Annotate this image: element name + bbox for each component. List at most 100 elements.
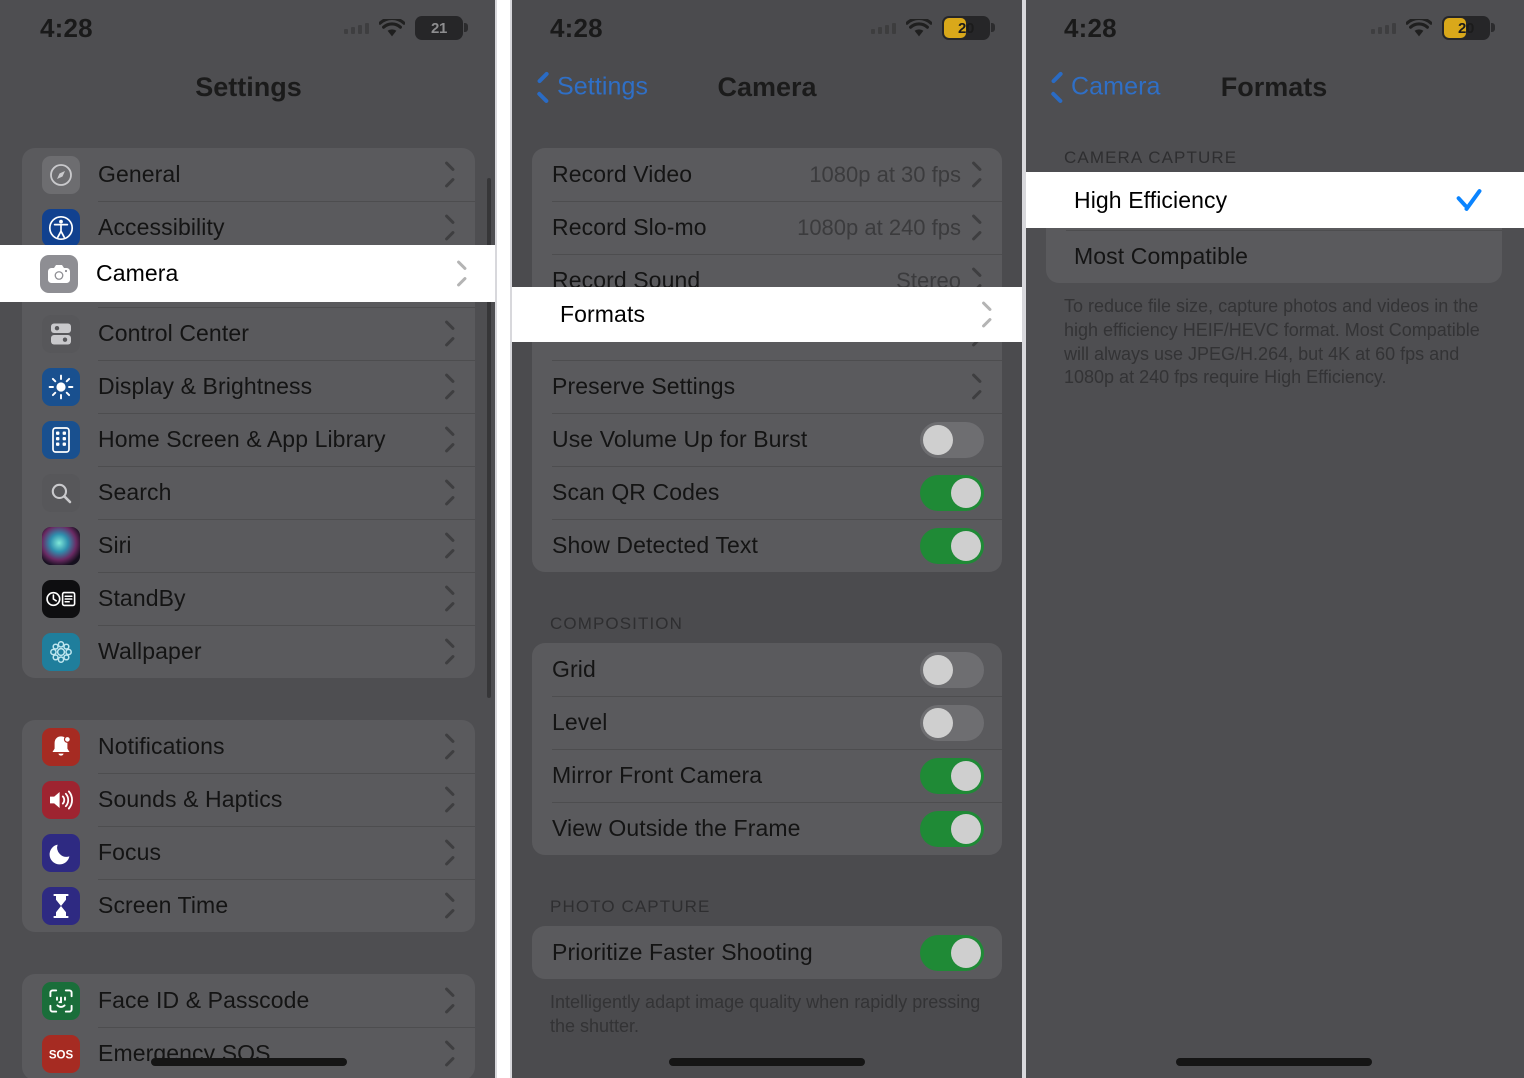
toggle-switch[interactable] xyxy=(920,810,984,847)
row-preserve-settings[interactable]: Preserve Settings xyxy=(532,360,1002,413)
row-label: Scan QR Codes xyxy=(552,479,720,505)
sidebar-item-label: Display & Brightness xyxy=(98,373,313,399)
row-mirror-front-camera[interactable]: Mirror Front Camera xyxy=(532,749,1002,802)
sidebar-item-label: Search xyxy=(98,479,172,505)
highlight-camera-row[interactable]: Camera xyxy=(0,245,497,302)
row-scan-qr-codes[interactable]: Scan QR Codes xyxy=(532,466,1002,519)
row-label: Mirror Front Camera xyxy=(552,762,763,788)
option-high-efficiency-label: High Efficiency xyxy=(1074,186,1228,213)
sidebar-item-emergency-sos[interactable]: SOS Emergency SOS xyxy=(22,1027,475,1078)
highlight-high-efficiency-row[interactable]: High Efficiency xyxy=(1024,172,1524,228)
sidebar-item-screen-time[interactable]: Screen Time xyxy=(22,879,475,932)
toggle-knob xyxy=(923,654,953,685)
back-button[interactable]: Camera xyxy=(1048,73,1161,102)
screen-time-icon xyxy=(42,886,80,925)
row-level[interactable]: Level xyxy=(532,696,1002,749)
siri-icon xyxy=(42,526,80,565)
sidebar-item-label: Siri xyxy=(98,532,132,558)
sidebar-item-label: Focus xyxy=(98,839,162,865)
camera-group-top: Record Video 1080p at 30 fps Record Slo-mo… xyxy=(532,148,1002,572)
toggle-switch[interactable] xyxy=(920,527,984,564)
row-label: Level xyxy=(552,709,608,735)
toggle-switch[interactable] xyxy=(920,474,984,511)
toggle-switch[interactable] xyxy=(920,934,984,971)
row-prioritize-faster-shooting[interactable]: Prioritize Faster Shooting xyxy=(532,926,1002,979)
sidebar-item-label: Wallpaper xyxy=(98,638,202,664)
cellular-signal-icon xyxy=(344,22,369,34)
row-label: Record Slo-mo xyxy=(552,214,707,240)
chevron-right-icon xyxy=(446,430,457,449)
sidebar-item-sounds-haptics[interactable]: Sounds & Haptics xyxy=(22,773,475,826)
row-record-slo-mo[interactable]: Record Slo-mo 1080p at 240 fps xyxy=(532,201,1002,254)
row-label: Preserve Settings xyxy=(552,373,736,399)
sidebar-item-siri[interactable]: Siri xyxy=(22,519,475,572)
accessibility-icon xyxy=(42,208,80,247)
brightness-icon xyxy=(42,367,80,406)
nav-bar: Camera Formats xyxy=(1024,56,1524,118)
panel-settings: 4:28 21 Settings General Accessibility C… xyxy=(0,0,497,1078)
option-most-compatible[interactable]: Most Compatible xyxy=(1046,230,1502,283)
row-label: Use Volume Up for Burst xyxy=(552,426,808,452)
chevron-right-icon xyxy=(973,377,984,396)
toggle-switch[interactable] xyxy=(920,704,984,741)
toggle-knob xyxy=(951,937,981,968)
row-value: 1080p at 240 fps xyxy=(797,214,961,240)
standby-icon xyxy=(42,579,80,618)
chevron-right-icon xyxy=(446,165,457,184)
sidebar-item-wallpaper[interactable]: Wallpaper xyxy=(22,625,475,678)
notifications-bell-icon xyxy=(42,727,80,766)
sidebar-item-focus[interactable]: Focus xyxy=(22,826,475,879)
home-screen-icon xyxy=(42,420,80,459)
row-record-video[interactable]: Record Video 1080p at 30 fps xyxy=(532,148,1002,201)
sidebar-item-face-id-passcode[interactable]: Face ID & Passcode xyxy=(22,974,475,1027)
sidebar-item-label: Face ID & Passcode xyxy=(98,987,310,1013)
battery-indicator: 20 xyxy=(942,16,995,40)
chevron-right-icon xyxy=(446,536,457,555)
page-title: Camera xyxy=(717,71,817,102)
back-button[interactable]: Settings xyxy=(534,73,648,102)
sidebar-item-notifications[interactable]: Notifications xyxy=(22,720,475,773)
checkmark-icon xyxy=(1454,185,1484,215)
chevron-right-icon xyxy=(446,377,457,396)
toggle-switch[interactable] xyxy=(920,651,984,688)
settings-group-2: Notifications Sounds & Haptics Focus Screen… xyxy=(22,720,475,932)
sidebar-item-general[interactable]: General xyxy=(22,148,475,201)
sidebar-item-control-center[interactable]: Control Center xyxy=(22,307,475,360)
row-show-detected-text[interactable]: Show Detected Text xyxy=(532,519,1002,572)
row-grid[interactable]: Grid xyxy=(532,643,1002,696)
panel-edge xyxy=(495,0,497,1078)
highlight-formats-row[interactable]: Formats xyxy=(510,287,1024,342)
wifi-icon xyxy=(378,16,406,38)
sidebar-item-label: Control Center xyxy=(98,320,249,346)
home-indicator xyxy=(1176,1058,1372,1066)
chevron-right-icon xyxy=(446,218,457,237)
toggle-knob xyxy=(923,424,953,455)
search-icon xyxy=(42,473,80,512)
wallpaper-icon xyxy=(42,632,80,671)
row-formats-label: Formats xyxy=(560,301,646,327)
row-use-volume-up-for-burst[interactable]: Use Volume Up for Burst xyxy=(532,413,1002,466)
sidebar-item-home-screen-app-library[interactable]: Home Screen & App Library xyxy=(22,413,475,466)
sidebar-item-display-brightness[interactable]: Display & Brightness xyxy=(22,360,475,413)
formats-list[interactable]: CAMERA CAPTURE High EfficiencyMost Compa… xyxy=(1024,118,1524,1078)
status-bar: 4:28 20 xyxy=(510,0,1024,56)
chevron-right-icon xyxy=(446,843,457,862)
cellular-signal-icon xyxy=(871,22,896,34)
formats-footer: To reduce file size, capture photos and … xyxy=(1064,296,1480,388)
sidebar-item-standby[interactable]: StandBy xyxy=(22,572,475,625)
back-button-label: Settings xyxy=(557,72,649,101)
sidebar-item-label: Home Screen & App Library xyxy=(98,426,386,452)
page-title: Formats xyxy=(1220,71,1328,102)
row-label: View Outside the Frame xyxy=(552,815,801,841)
toggle-switch[interactable] xyxy=(920,421,984,458)
emergency-sos-icon: SOS xyxy=(42,1034,80,1073)
sidebar-item-search[interactable]: Search xyxy=(22,466,475,519)
toggle-switch[interactable] xyxy=(920,757,984,794)
chevron-right-icon xyxy=(446,790,457,809)
row-label: Grid xyxy=(552,656,596,682)
sounds-speaker-icon xyxy=(42,780,80,819)
panel-edge xyxy=(1024,0,1026,1078)
chevron-left-icon xyxy=(1048,74,1063,100)
camera-settings-list[interactable]: Record Video 1080p at 30 fps Record Slo-mo… xyxy=(510,118,1024,1078)
row-view-outside-the-frame[interactable]: View Outside the Frame xyxy=(532,802,1002,855)
